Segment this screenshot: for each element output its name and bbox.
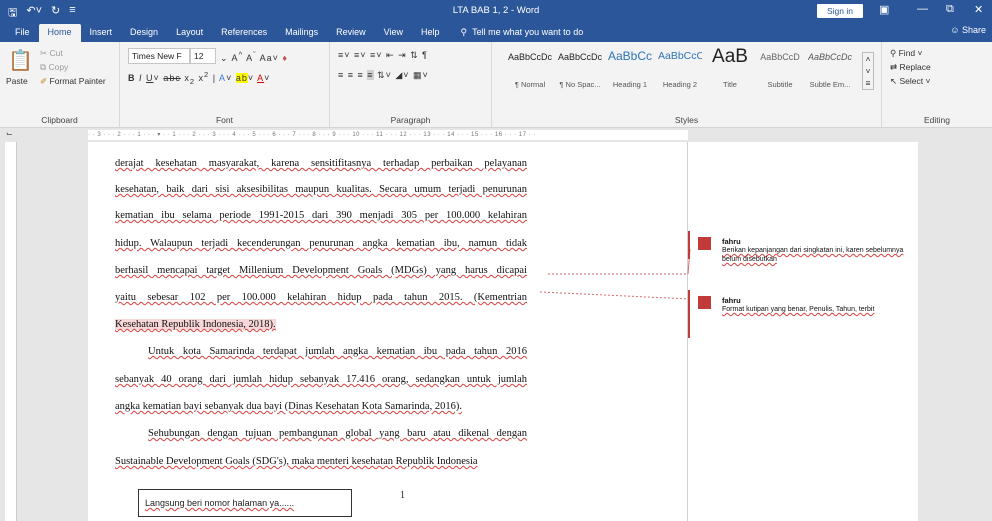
comment-2[interactable]: fahru Format kutipan yang benar, Penulis… (688, 290, 908, 338)
avatar (698, 237, 711, 250)
doc-line-3: kematian ibu selama periode 1991-2015 da… (115, 210, 527, 221)
doc-line-6: yaitu sebesar 102 per 100.000 kelahiran … (115, 292, 527, 303)
doc-line-11: Sehubungan dengan tujuan pembangunan glo… (148, 428, 527, 439)
comment-author: fahru (722, 237, 741, 246)
doc-line-8: Untuk kota Samarinda terdapat jumlah ang… (148, 346, 527, 357)
footer-note: Langsung beri nomor halaman ya...... (138, 489, 352, 517)
comment-author: fahru (722, 296, 741, 305)
comment-bar (688, 290, 690, 338)
comment-bar (688, 231, 690, 259)
doc-line-9: sebanyak 40 orang dari jumlah hidup seba… (115, 374, 527, 385)
doc-line-7: Kesehatan Republik Indonesia, 2018). (115, 319, 276, 330)
doc-line-4: hidup. Walaupun terjadi kecenderungan pe… (115, 238, 527, 249)
comment-1[interactable]: fahru Berikan kepanjangan dari singkatan… (688, 231, 908, 267)
page-number: 1 (400, 490, 405, 501)
doc-line-10: angka kematian bayi sebanyak dua bayi (D… (115, 401, 462, 412)
avatar (698, 296, 711, 309)
doc-line-12: Sustainable Development Goals (SDG's), m… (115, 456, 478, 467)
comment-text: Format kutipan yang benar, Penulis, Tahu… (722, 306, 875, 313)
doc-line-2: kesehatan, baik dari sisi aksesibilitas … (115, 184, 527, 195)
doc-line-5: berhasil mencapai target Millenium Devel… (115, 265, 527, 276)
doc-line-1: derajat kesehatan masyarakat, karena sen… (115, 158, 527, 169)
connector-line-2 (539, 291, 691, 300)
comment-text: Berikan kepanjangan dari singkatan ini, … (722, 247, 904, 263)
